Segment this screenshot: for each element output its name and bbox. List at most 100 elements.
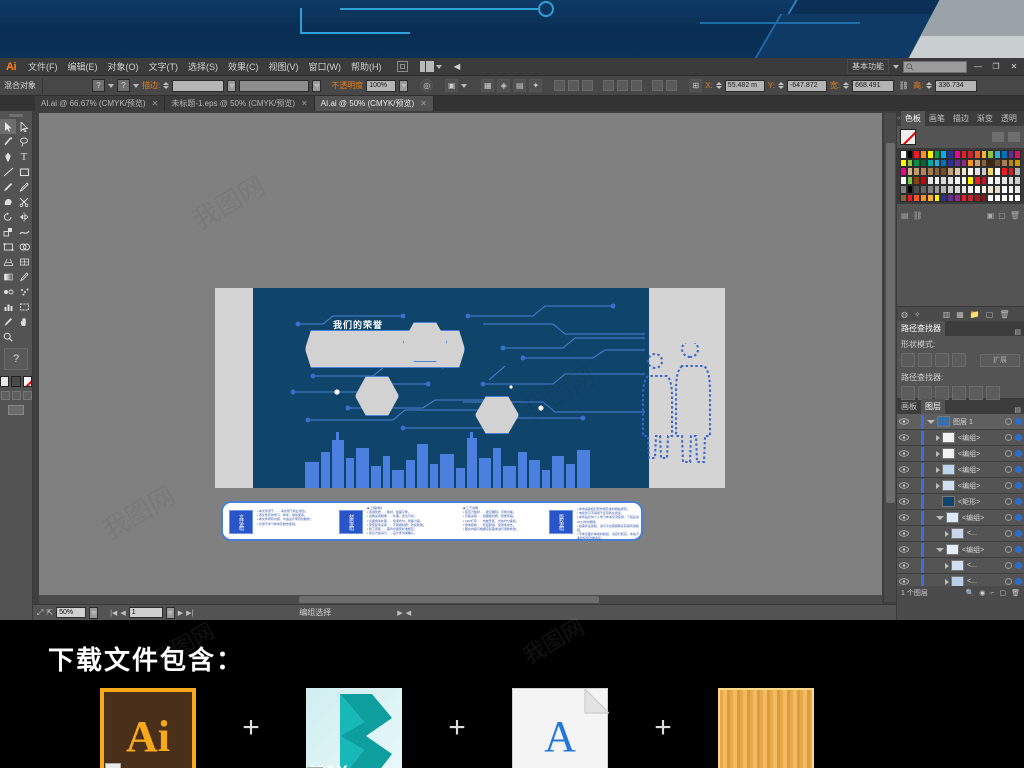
swatch-color[interactable] xyxy=(980,158,988,168)
document-tab-1[interactable]: AI.ai @ 66.67% (CMYK/预览) ✕ xyxy=(35,96,166,111)
target-circle-icon[interactable] xyxy=(1005,450,1012,457)
pen-tool[interactable] xyxy=(0,149,16,164)
align-center-v-icon[interactable] xyxy=(617,80,629,91)
shape-builder-tool[interactable] xyxy=(16,239,32,254)
layer-row[interactable]: <编组> xyxy=(897,446,1024,462)
align-left-icon[interactable] xyxy=(554,80,566,91)
new-sublayer-icon[interactable]: ⌐ xyxy=(990,590,994,597)
merge-icon[interactable] xyxy=(935,386,949,400)
swatch-color[interactable] xyxy=(980,193,988,203)
swatch-color[interactable] xyxy=(960,150,968,159)
align-bottom-icon[interactable] xyxy=(631,80,643,91)
swatch-color[interactable] xyxy=(913,184,921,194)
lasso-tool[interactable] xyxy=(16,134,32,149)
artboards-panel-icon[interactable]: ▦ xyxy=(956,310,964,319)
appearance-panel-icon[interactable]: ◍ xyxy=(901,310,908,319)
unite-icon[interactable] xyxy=(901,353,915,367)
swatch-color[interactable] xyxy=(1000,167,1008,177)
swatch-color[interactable] xyxy=(940,176,948,185)
paintbrush-tool[interactable] xyxy=(0,179,16,194)
menu-view[interactable]: 视图(V) xyxy=(264,58,304,76)
visibility-eye-icon[interactable] xyxy=(897,498,911,505)
chevron-down-icon[interactable] xyxy=(936,547,944,552)
swatch-color[interactable] xyxy=(926,167,934,177)
divide-icon[interactable] xyxy=(901,386,915,400)
swatch-color[interactable] xyxy=(994,167,1001,177)
workspace-switcher[interactable]: 基本功能 xyxy=(847,59,889,74)
swatch-color[interactable] xyxy=(900,184,907,194)
selection-indicator[interactable] xyxy=(1015,562,1022,569)
color-mode-icon[interactable] xyxy=(0,391,10,400)
x-field[interactable]: 55.482 m xyxy=(724,79,765,92)
type-tool[interactable]: T xyxy=(16,149,32,164)
close-button[interactable]: ✕ xyxy=(1007,60,1021,73)
export-icon[interactable]: ⇱ xyxy=(46,608,53,617)
links-panel-icon[interactable]: ▥ xyxy=(943,310,951,319)
visibility-eye-icon[interactable] xyxy=(897,562,911,569)
selection-indicator[interactable] xyxy=(1015,578,1022,585)
tab-swatches[interactable]: 色板 xyxy=(900,111,925,126)
swatch-color[interactable] xyxy=(1014,176,1021,185)
selection-indicator[interactable] xyxy=(1015,482,1022,489)
swatch-color[interactable] xyxy=(906,176,914,185)
swatch-color[interactable] xyxy=(933,150,941,159)
swatch-color[interactable] xyxy=(920,150,927,159)
swatch-color[interactable] xyxy=(973,193,981,203)
chevron-right-icon[interactable] xyxy=(945,562,949,569)
swatch-color[interactable] xyxy=(947,167,954,177)
chevron-right-icon[interactable] xyxy=(936,482,940,489)
swatch-new-icon[interactable]: ▢ xyxy=(998,211,1006,220)
constrain-proportions-icon[interactable]: ⛓ xyxy=(897,79,910,92)
swatch-color[interactable] xyxy=(1014,158,1021,168)
swatch-color[interactable] xyxy=(953,158,961,168)
delete-item-icon[interactable]: 🗑 xyxy=(999,310,1009,319)
align-top-icon[interactable] xyxy=(603,80,615,91)
swatch-color[interactable] xyxy=(1007,193,1015,203)
free-transform-tool[interactable] xyxy=(0,239,16,254)
swatch-color[interactable] xyxy=(926,193,934,203)
last-artboard-button[interactable]: ▶| xyxy=(186,609,193,617)
swatch-color[interactable] xyxy=(1007,176,1015,185)
swatch-color[interactable] xyxy=(994,176,1001,185)
visibility-eye-icon[interactable] xyxy=(897,546,911,553)
stroke-profile-field[interactable] xyxy=(239,79,310,92)
swatch-color[interactable] xyxy=(1007,150,1015,159)
swatch-color[interactable] xyxy=(980,184,988,194)
target-circle-icon[interactable] xyxy=(1005,530,1012,537)
swatch-color[interactable] xyxy=(926,158,934,168)
fill-swatch[interactable] xyxy=(0,376,10,387)
symbol-sprayer-tool[interactable] xyxy=(16,284,32,299)
swatch-color[interactable] xyxy=(947,158,954,168)
screen-mode-icon[interactable] xyxy=(396,61,408,72)
swatch-color[interactable] xyxy=(980,150,988,159)
menu-help[interactable]: 帮助(H) xyxy=(346,58,387,76)
tab-brushes[interactable]: 画笔 xyxy=(925,111,949,126)
target-circle-icon[interactable] xyxy=(1005,418,1012,425)
swatch-color[interactable] xyxy=(906,167,914,177)
recolor-artwork-icon[interactable]: ▦ xyxy=(481,79,495,92)
swatch-color[interactable] xyxy=(926,176,934,185)
scissors-tool[interactable] xyxy=(16,194,32,209)
stroke-chevron-down-icon[interactable] xyxy=(133,83,139,88)
chevron-down-icon[interactable] xyxy=(927,419,935,424)
scrollbar-thumb[interactable] xyxy=(299,596,599,603)
swatch-color[interactable] xyxy=(940,193,948,203)
crop-icon[interactable] xyxy=(952,386,966,400)
swatch-library-icon[interactable]: ▤ xyxy=(901,211,909,220)
x-stepper[interactable] xyxy=(715,82,722,89)
swatch-color[interactable] xyxy=(953,176,961,185)
target-circle-icon[interactable] xyxy=(1005,546,1012,553)
swatch-color[interactable] xyxy=(973,150,981,159)
new-item-icon[interactable]: ▢ xyxy=(986,310,994,319)
swatch-color[interactable] xyxy=(1007,158,1015,168)
chevron-right-icon[interactable] xyxy=(936,466,940,473)
visibility-eye-icon[interactable] xyxy=(897,418,911,425)
swatch-color[interactable] xyxy=(906,184,914,194)
swatch-color[interactable] xyxy=(1000,150,1008,159)
swatch-color[interactable] xyxy=(994,193,1001,203)
artwork-group[interactable]: 我们的荣誉 xyxy=(215,288,725,488)
swatch-color[interactable] xyxy=(960,158,968,168)
swatch-color[interactable] xyxy=(960,167,968,177)
visibility-eye-icon[interactable] xyxy=(897,514,911,521)
perspective-grid-tool[interactable] xyxy=(0,254,16,269)
